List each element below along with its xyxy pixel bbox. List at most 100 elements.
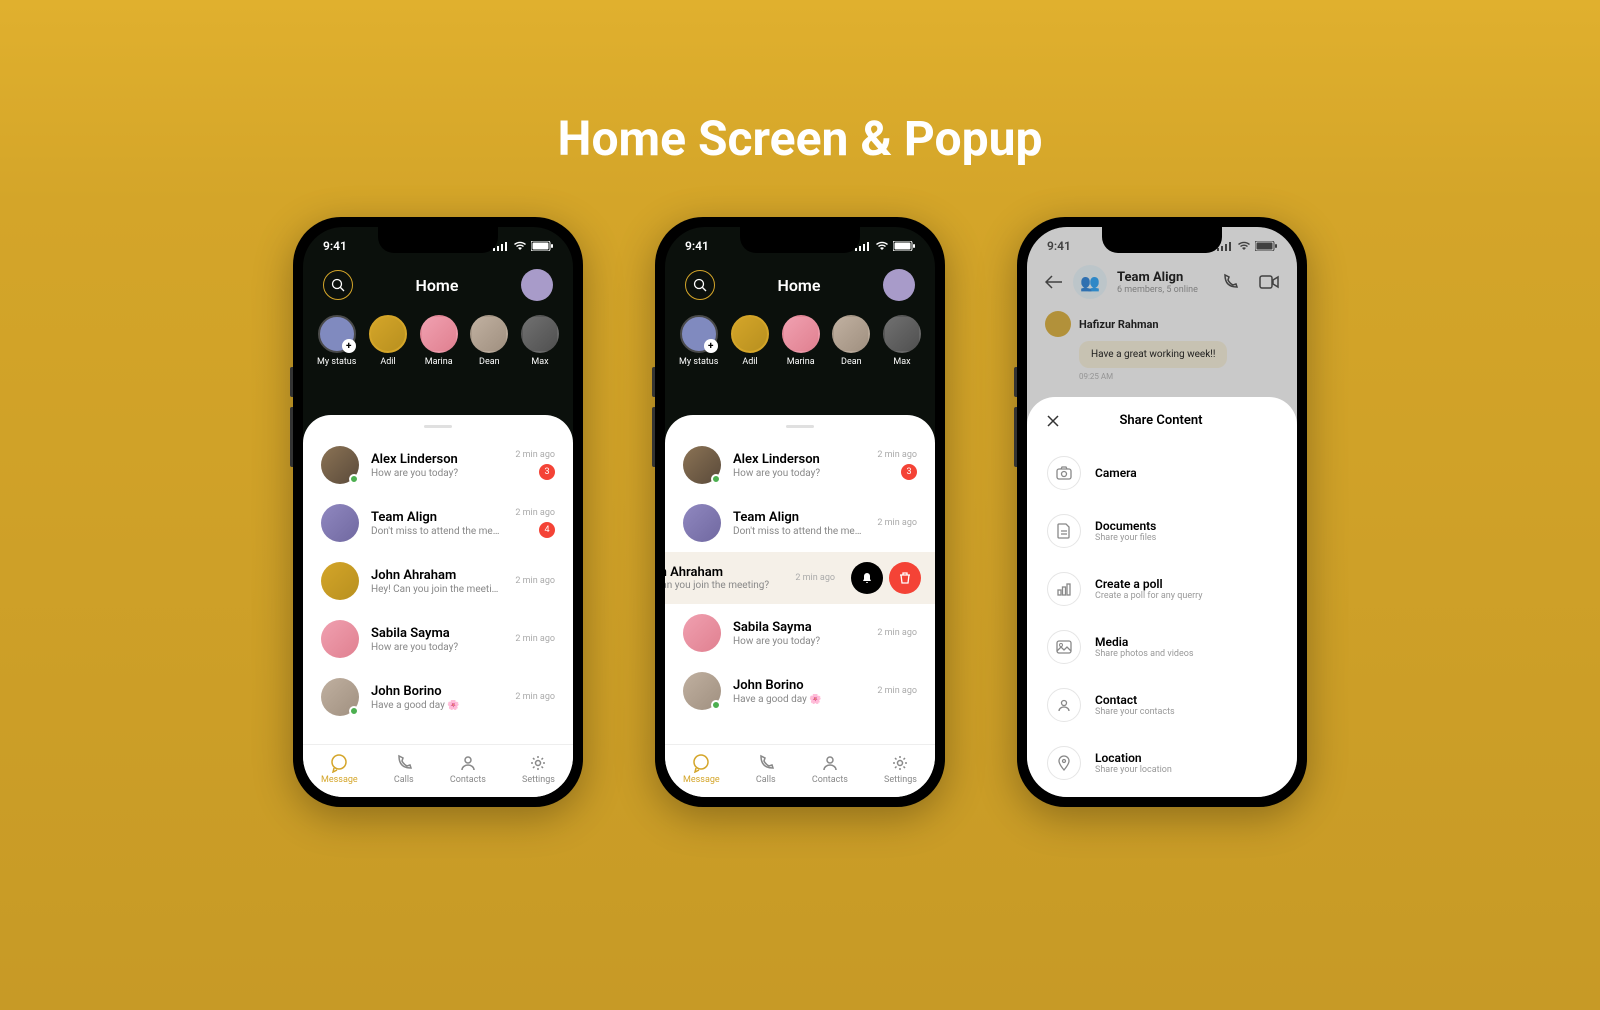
search-button[interactable] bbox=[685, 270, 715, 300]
status-time: 9:41 bbox=[685, 239, 709, 253]
story-label: Adil bbox=[742, 357, 757, 367]
chat-row[interactable]: Alex LindersonHow are you today?2 min ag… bbox=[303, 436, 573, 494]
sheet-item-name: Media bbox=[1095, 635, 1277, 649]
chat-time: 2 min ago bbox=[877, 686, 917, 696]
message-icon bbox=[691, 753, 711, 773]
story-item[interactable]: Dean bbox=[832, 315, 870, 367]
notch bbox=[740, 227, 860, 253]
drag-handle[interactable] bbox=[786, 425, 814, 428]
chat-name: Team Align bbox=[371, 510, 503, 525]
story-label: Dean bbox=[479, 357, 500, 367]
sheet-item-camera[interactable]: Camera bbox=[1027, 444, 1297, 502]
nav-calls[interactable]: Calls bbox=[394, 753, 414, 785]
phone-3: 9:41 👥 Team Align6 members, 5 online Haf… bbox=[1017, 217, 1307, 807]
sheet-item-contact[interactable]: ContactShare your contacts bbox=[1027, 676, 1297, 734]
person-icon bbox=[458, 753, 478, 773]
story-label: Dean bbox=[841, 357, 862, 367]
nav-label: Message bbox=[321, 775, 358, 785]
sheet-item-sub: Share photos and videos bbox=[1095, 649, 1277, 659]
nav-label: Calls bbox=[394, 775, 414, 785]
trash-icon bbox=[898, 571, 912, 585]
sheet-item-documents[interactable]: DocumentsShare your files bbox=[1027, 502, 1297, 560]
story-label: Max bbox=[893, 357, 910, 367]
chat-time: 2 min ago bbox=[515, 634, 555, 644]
story-label: Marina bbox=[425, 357, 453, 367]
search-button[interactable] bbox=[323, 270, 353, 300]
story-item[interactable]: Max bbox=[521, 315, 559, 367]
story-my-status[interactable]: +My status bbox=[679, 315, 718, 367]
chat-row[interactable]: John AhrahamHey! Can you join the meetin… bbox=[303, 552, 573, 610]
online-indicator bbox=[349, 474, 359, 484]
story-item[interactable]: Marina bbox=[420, 315, 458, 367]
drag-handle[interactable] bbox=[424, 425, 452, 428]
story-item[interactable]: Dean bbox=[470, 315, 508, 367]
story-label: Marina bbox=[787, 357, 815, 367]
status-indicators bbox=[855, 241, 915, 251]
share-sheet: Share Content Camera DocumentsShare your… bbox=[1027, 397, 1297, 797]
story-label: My status bbox=[317, 357, 356, 367]
notch bbox=[378, 227, 498, 253]
profile-avatar[interactable] bbox=[521, 269, 553, 301]
story-label: Max bbox=[531, 357, 548, 367]
phones-container: 9:41 Home +My status Adil Marina Dean Ma… bbox=[0, 217, 1600, 807]
page-title: Home Screen & Popup bbox=[0, 110, 1600, 167]
chat-row[interactable]: John BorinoHave a good day 🌸2 min ago bbox=[665, 662, 935, 720]
chat-preview: How are you today? bbox=[371, 642, 503, 653]
nav-message[interactable]: Message bbox=[683, 753, 720, 785]
chat-row[interactable]: John BorinoHave a good day 🌸2 min ago bbox=[303, 668, 573, 726]
story-my-status[interactable]: + My status bbox=[317, 315, 356, 367]
chat-name: Alex Linderson bbox=[371, 452, 503, 467]
chat-row[interactable]: Sabila SaymaHow are you today?2 min ago bbox=[665, 604, 935, 662]
gear-icon bbox=[528, 753, 548, 773]
chat-row[interactable]: Team AlignDon't miss to attend the meeti… bbox=[303, 494, 573, 552]
story-item[interactable]: Adil bbox=[369, 315, 407, 367]
nav-settings[interactable]: Settings bbox=[884, 753, 917, 785]
chat-time: 2 min ago bbox=[515, 576, 555, 586]
bottom-nav: Message Calls Contacts Settings bbox=[303, 744, 573, 797]
nav-label: Message bbox=[683, 775, 720, 785]
profile-avatar[interactable] bbox=[883, 269, 915, 301]
nav-label: Settings bbox=[884, 775, 917, 785]
chat-list-panel: Alex Linderson How are you today? 2 min ag… bbox=[303, 415, 573, 797]
chat-preview: Have a good day 🌸 bbox=[733, 694, 865, 705]
sheet-item-media[interactable]: MediaShare photos and videos bbox=[1027, 618, 1297, 676]
sheet-item-poll[interactable]: Create a pollCreate a poll for any querr… bbox=[1027, 560, 1297, 618]
chat-preview: How are you today? bbox=[733, 468, 865, 479]
chat-row-swiped[interactable]: ohn Ahrahamy! Can you join the meeting? … bbox=[665, 552, 935, 604]
chat-row[interactable]: Sabila SaymaHow are you today?2 min ago bbox=[303, 610, 573, 668]
bell-icon bbox=[860, 571, 874, 585]
message-icon bbox=[329, 753, 349, 773]
story-item[interactable]: Marina bbox=[782, 315, 820, 367]
sheet-item-sub: Share your files bbox=[1095, 533, 1277, 543]
mute-button[interactable] bbox=[851, 562, 883, 594]
story-label: My status bbox=[679, 357, 718, 367]
chat-preview: Have a good day 🌸 bbox=[371, 700, 503, 711]
close-icon bbox=[1047, 415, 1059, 427]
sheet-item-name: Documents bbox=[1095, 519, 1277, 533]
unread-badge: 3 bbox=[901, 464, 917, 480]
unread-badge: 4 bbox=[539, 522, 555, 538]
chat-time: 2 min ago bbox=[515, 692, 555, 702]
chat-list-panel: Alex LindersonHow are you today? 2 min ag… bbox=[665, 415, 935, 797]
person-icon bbox=[820, 753, 840, 773]
wifi-icon bbox=[513, 241, 527, 251]
story-item[interactable]: Max bbox=[883, 315, 921, 367]
nav-calls[interactable]: Calls bbox=[756, 753, 776, 785]
story-item[interactable]: Adil bbox=[731, 315, 769, 367]
nav-settings[interactable]: Settings bbox=[522, 753, 555, 785]
chat-name: Alex Linderson bbox=[733, 452, 865, 467]
stories-row: +My status Adil Marina Dean Max bbox=[665, 315, 935, 383]
chat-row[interactable]: Team AlignDon't miss to attend the meeti… bbox=[665, 494, 935, 552]
chat-row[interactable]: Alex LindersonHow are you today?2 min ag… bbox=[665, 436, 935, 494]
delete-button[interactable] bbox=[889, 562, 921, 594]
nav-message[interactable]: Message bbox=[321, 753, 358, 785]
sheet-item-location[interactable]: LocationShare your location bbox=[1027, 734, 1297, 792]
nav-contacts[interactable]: Contacts bbox=[812, 753, 848, 785]
search-icon bbox=[331, 278, 345, 292]
close-button[interactable] bbox=[1047, 415, 1059, 427]
nav-label: Contacts bbox=[812, 775, 848, 785]
nav-contacts[interactable]: Contacts bbox=[450, 753, 486, 785]
sheet-item-sub: Share your location bbox=[1095, 765, 1277, 775]
plus-icon: + bbox=[342, 339, 356, 353]
stories-row: + My status Adil Marina Dean Max bbox=[303, 315, 573, 383]
